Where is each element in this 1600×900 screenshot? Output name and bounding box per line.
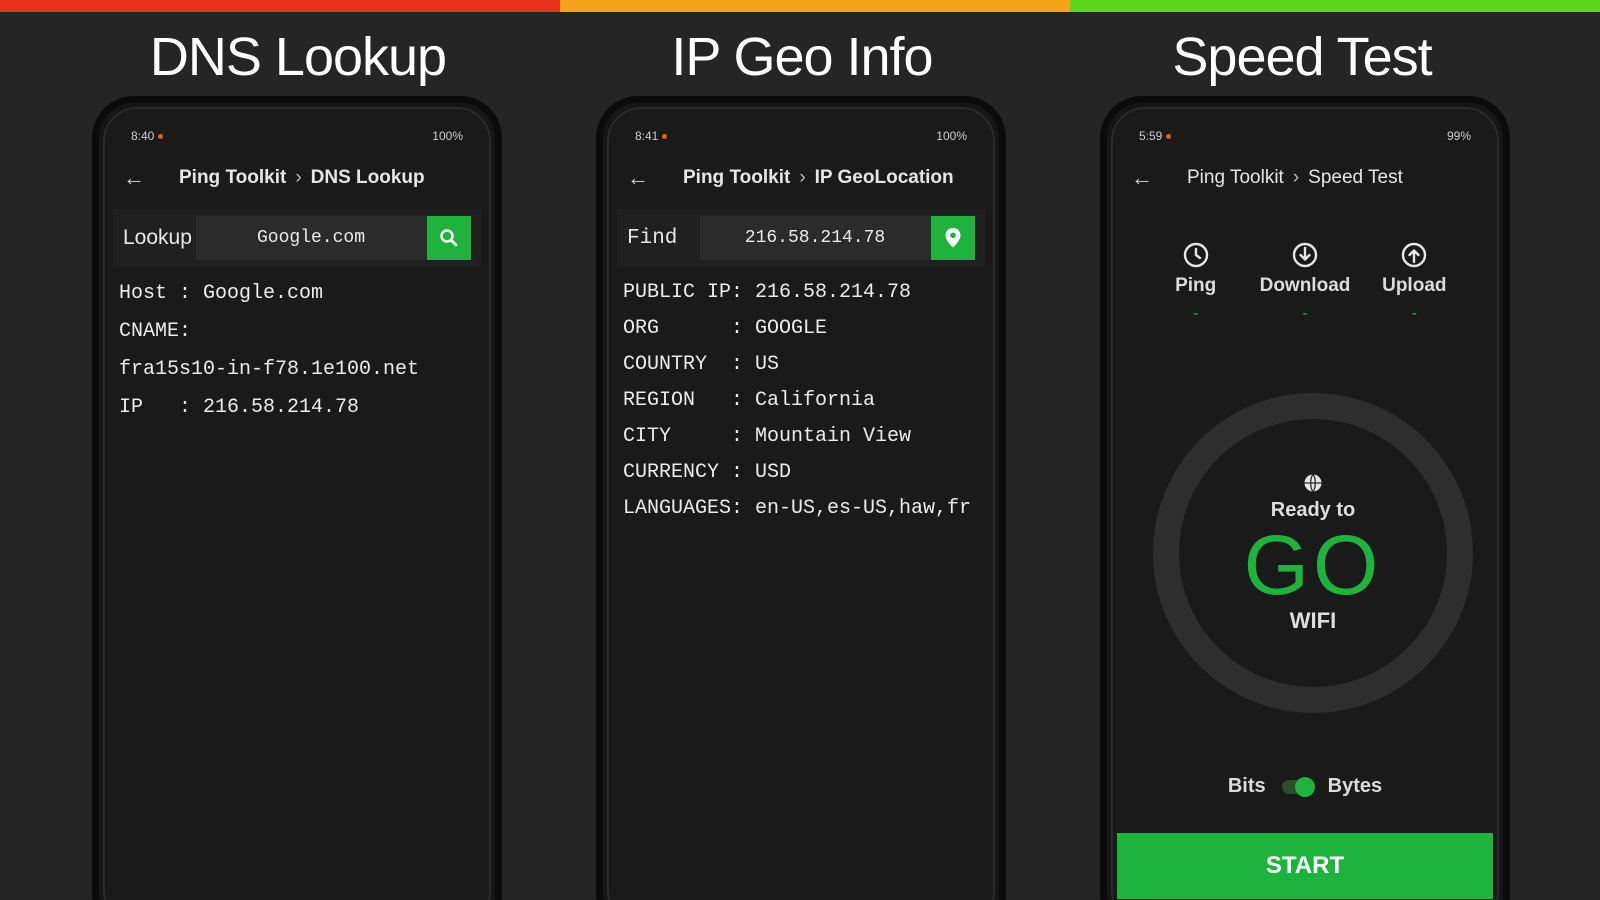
- geolocate-button[interactable]: [930, 216, 975, 260]
- color-bar-green: [1070, 0, 1600, 12]
- result-line: COUNTRY : US: [623, 353, 780, 376]
- metric-label: Upload: [1382, 275, 1447, 296]
- lookup-input[interactable]: [195, 216, 427, 260]
- breadcrumb-root[interactable]: Ping Toolkit: [1187, 167, 1284, 189]
- lookup-search-button[interactable]: [426, 216, 471, 260]
- result-line: CURRENCY : USD: [623, 461, 792, 484]
- clock-icon: [1183, 242, 1208, 268]
- chevron-right-icon: ›: [295, 167, 302, 188]
- chevron-right-icon: ›: [799, 167, 806, 188]
- dns-result: Host : Google.com CNAME: fra15s10-in-f78…: [119, 275, 479, 427]
- metric-value: -: [1192, 305, 1199, 322]
- result-line: Host : Google.com: [119, 282, 324, 305]
- notification-dot-icon: [1166, 134, 1172, 140]
- unit-bytes-label: Bytes: [1327, 775, 1383, 797]
- ip-input[interactable]: [699, 216, 931, 260]
- globe-icon: [1304, 473, 1322, 492]
- breadcrumb-root[interactable]: Ping Toolkit: [179, 167, 286, 189]
- status-bar: 8:41 100%: [635, 129, 967, 143]
- breadcrumb-current: DNS Lookup: [310, 167, 425, 188]
- top-color-bar: [0, 0, 1600, 12]
- phone-screen: 8:40 100% ← Ping Toolkit › DNS Lookup Lo…: [103, 107, 491, 900]
- feature-title-geo: IP Geo Info: [671, 27, 933, 87]
- battery-level: 100%: [432, 129, 463, 143]
- location-pin-icon: [945, 228, 961, 248]
- metric-label: Download: [1259, 275, 1351, 296]
- result-line: PUBLIC IP: 216.58.214.78: [623, 281, 912, 304]
- breadcrumb-current: IP GeoLocation: [814, 167, 954, 188]
- feature-title-dns: DNS Lookup: [149, 27, 447, 87]
- metric-download: Download -: [1255, 241, 1355, 323]
- status-time: 8:41: [635, 129, 659, 143]
- phone-screen: 5:59 99% ← Ping Toolkit › Speed Test Pin…: [1111, 107, 1499, 900]
- phone-ip-geo: 8:41 100% ← Ping Toolkit › IP GeoLocatio…: [596, 96, 1006, 900]
- color-bar-orange: [560, 0, 1070, 12]
- app-bar: ← Ping Toolkit › IP GeoLocation: [627, 163, 975, 193]
- start-button[interactable]: START: [1117, 833, 1493, 899]
- unit-toggle-row: Bits Bytes: [1113, 775, 1497, 798]
- notification-dot-icon: [662, 134, 668, 140]
- status-time: 5:59: [1139, 129, 1163, 143]
- lookup-row: Lookup: [113, 209, 481, 267]
- lookup-label: Lookup: [123, 226, 192, 249]
- back-arrow-icon[interactable]: ←: [1131, 165, 1161, 191]
- network-type: WIFI: [1289, 607, 1337, 633]
- phone-screen: 8:41 100% ← Ping Toolkit › IP GeoLocatio…: [607, 107, 995, 900]
- result-line: LANGUAGES: en-US,es-US,haw,fr: [623, 497, 972, 520]
- battery-level: 99%: [1446, 129, 1471, 143]
- speed-metrics: Ping - Download - Upload -: [1113, 241, 1497, 323]
- back-arrow-icon[interactable]: ←: [627, 165, 657, 191]
- phone-dns-lookup: 8:40 100% ← Ping Toolkit › DNS Lookup Lo…: [92, 96, 502, 900]
- breadcrumb-root[interactable]: Ping Toolkit: [683, 167, 790, 189]
- metric-value: -: [1411, 305, 1417, 322]
- app-bar: ← Ping Toolkit › Speed Test: [1131, 163, 1479, 193]
- status-bar: 5:59 99%: [1139, 129, 1471, 143]
- battery-level: 100%: [936, 129, 967, 143]
- result-line: CITY : Mountain View: [623, 425, 912, 448]
- color-bar-red: [0, 0, 560, 12]
- gauge-center: Ready to GO WIFI: [1179, 419, 1447, 687]
- unit-bits-label: Bits: [1227, 775, 1266, 797]
- speed-gauge: Ready to GO WIFI: [1153, 393, 1473, 713]
- metric-ping: Ping -: [1146, 241, 1246, 323]
- metric-upload: Upload -: [1364, 241, 1464, 323]
- go-text: GO: [1243, 517, 1383, 612]
- phone-speed-test: 5:59 99% ← Ping Toolkit › Speed Test Pin…: [1100, 96, 1510, 900]
- find-label: Find: [627, 226, 678, 250]
- toggle-knob: [1294, 776, 1315, 797]
- result-line: IP : 216.58.214.78: [119, 396, 360, 419]
- metric-value: -: [1302, 305, 1308, 322]
- metric-label: Ping: [1175, 275, 1217, 296]
- chevron-right-icon: ›: [1292, 167, 1300, 188]
- unit-toggle[interactable]: [1281, 776, 1315, 797]
- result-line: ORG : GOOGLE: [623, 317, 828, 340]
- result-line: CNAME:: [119, 320, 192, 343]
- result-line: fra15s10-in-f78.1e100.net: [119, 358, 420, 381]
- status-bar: 8:40 100%: [131, 129, 463, 143]
- app-bar: ← Ping Toolkit › DNS Lookup: [123, 163, 471, 193]
- find-row: Find: [617, 209, 985, 267]
- feature-title-speed: Speed Test: [1172, 27, 1432, 87]
- breadcrumb-current: Speed Test: [1308, 167, 1403, 188]
- search-icon: [440, 229, 458, 247]
- status-time: 8:40: [131, 129, 155, 143]
- back-arrow-icon[interactable]: ←: [123, 165, 153, 191]
- result-line: REGION : California: [623, 389, 876, 412]
- download-icon: [1292, 242, 1318, 268]
- notification-dot-icon: [158, 134, 164, 140]
- geo-result: PUBLIC IP: 216.58.214.78 ORG : GOOGLE CO…: [623, 275, 983, 527]
- upload-icon: [1402, 242, 1427, 268]
